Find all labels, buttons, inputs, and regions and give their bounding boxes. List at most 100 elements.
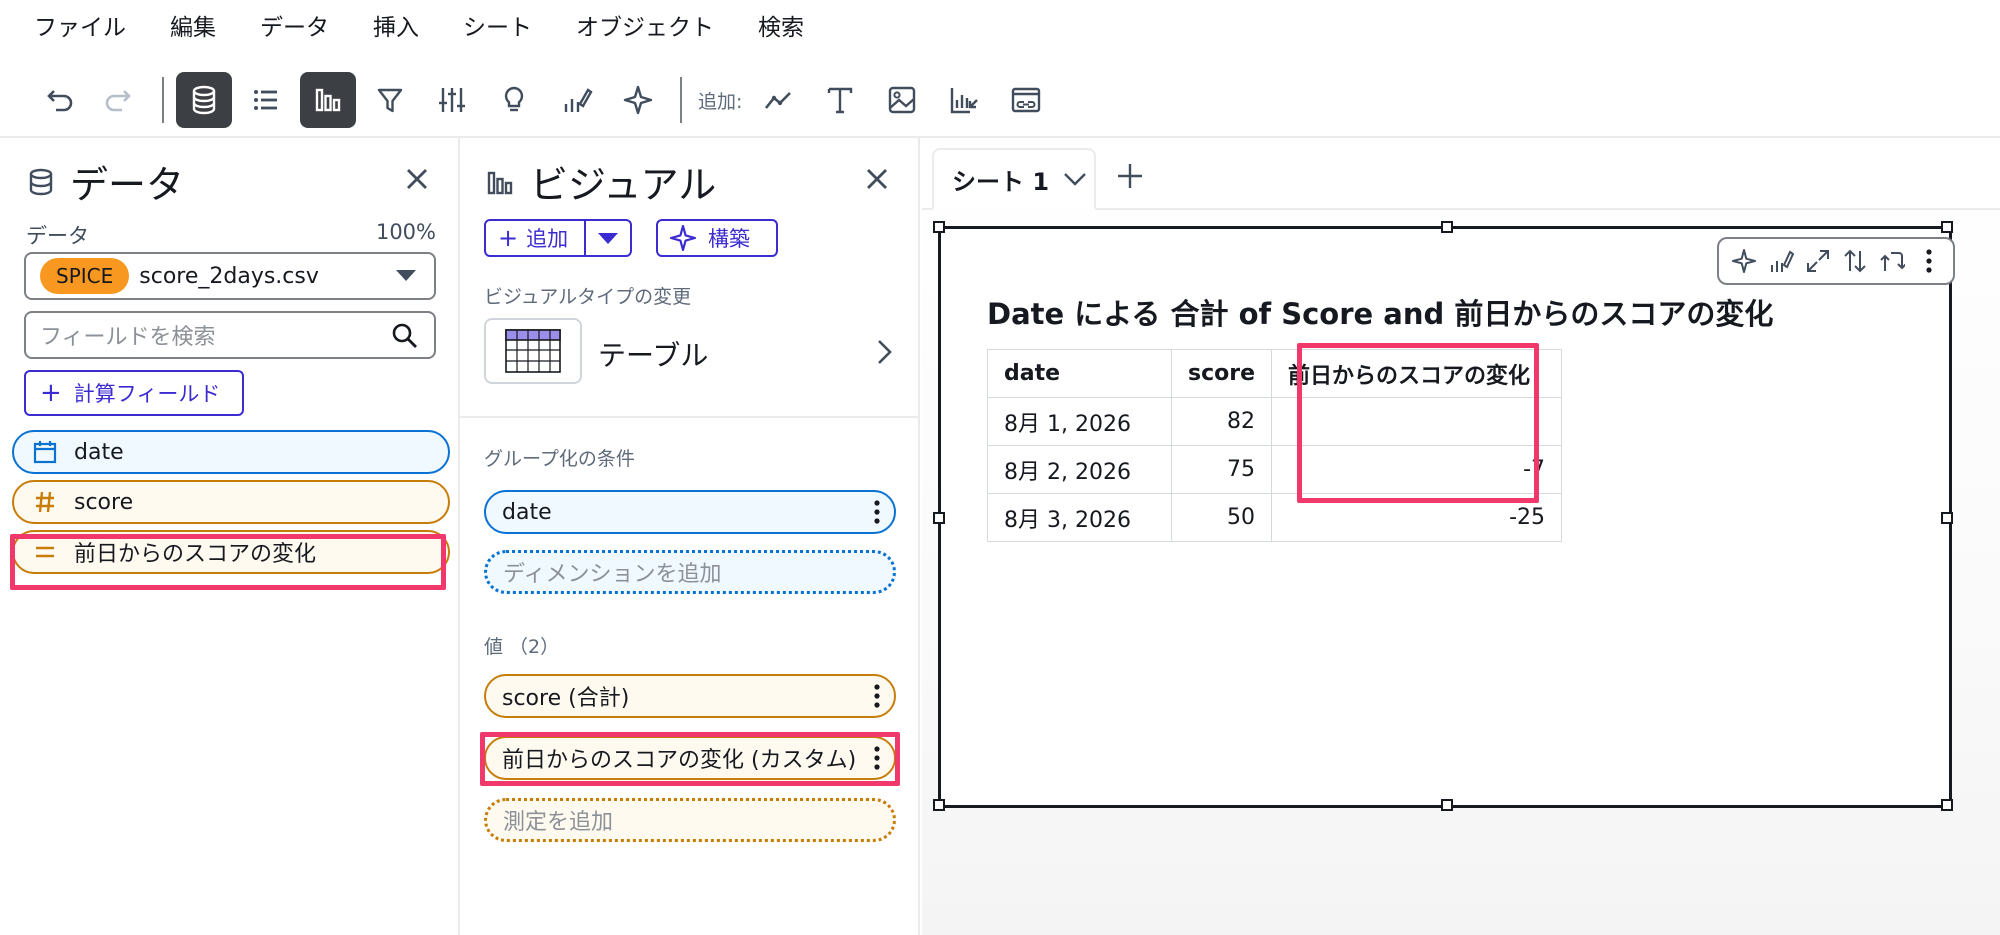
highlight-box (480, 732, 900, 786)
value-field-score-sum[interactable]: score (合計) (484, 674, 896, 718)
resize-handle[interactable] (1941, 799, 1953, 811)
data-panel-button[interactable] (176, 72, 232, 128)
resize-handle[interactable] (1941, 221, 1953, 233)
field-search-input[interactable]: フィールドを検索 (24, 311, 436, 359)
resize-handle[interactable] (933, 512, 945, 524)
hash-icon (32, 489, 58, 515)
drill-icon[interactable] (1876, 245, 1908, 277)
resize-handle[interactable] (933, 221, 945, 233)
menu-search[interactable]: 検索 (758, 8, 804, 42)
close-icon[interactable] (400, 162, 434, 196)
table-cell[interactable]: 75 (1170, 445, 1273, 494)
field-item-date[interactable]: date (12, 430, 450, 474)
table-cell[interactable]: 8月 3, 2026 (987, 493, 1172, 542)
add-measure-dropzone[interactable]: 測定を追加 (484, 798, 896, 842)
embed-link-icon (1012, 87, 1041, 113)
tab-sheet-1[interactable]: シート 1 (932, 148, 1096, 210)
resize-handle[interactable] (933, 799, 945, 811)
filter-button[interactable] (362, 72, 418, 128)
menu-file[interactable]: ファイル (34, 8, 126, 42)
add-visual-button[interactable] (750, 72, 806, 128)
dataset-select[interactable]: SPICE score_2days.csv (24, 252, 436, 300)
add-insight-button[interactable] (936, 72, 992, 128)
table-cell[interactable]: 8月 2, 2026 (987, 445, 1172, 494)
kebab-menu-icon[interactable] (1913, 245, 1945, 277)
column-header-date[interactable]: date (987, 349, 1172, 398)
redo-button[interactable] (92, 72, 148, 128)
add-text-button[interactable] (812, 72, 868, 128)
add-sheet-icon[interactable] (1110, 156, 1150, 196)
insights-button[interactable] (486, 72, 542, 128)
dataset-label-row: データ 100% (26, 220, 436, 250)
add-dropdown-button[interactable] (586, 232, 630, 244)
ai-sparkle-button[interactable] (610, 72, 666, 128)
group-by-field-date[interactable]: date (484, 490, 896, 534)
dataset-percent: 100% (375, 220, 436, 244)
format-visual-button[interactable] (548, 72, 604, 128)
chevron-right-icon[interactable] (870, 336, 898, 368)
column-header-score[interactable]: score (1170, 349, 1273, 398)
visual-panel-button[interactable] (300, 72, 356, 128)
sparkle-icon (669, 224, 697, 252)
resize-handle[interactable] (1441, 799, 1453, 811)
bar-chart-icon (315, 88, 341, 112)
sheet-tab-bar: シート 1 (922, 138, 2000, 210)
add-button-group: + 追加 (484, 219, 632, 257)
table-cell[interactable]: 82 (1170, 397, 1273, 446)
sort-icon[interactable] (1839, 245, 1871, 277)
build-button[interactable]: 構築 (656, 219, 778, 257)
table-cell[interactable]: 8月 1, 2026 (987, 397, 1172, 446)
dataset-name: score_2days.csv (139, 263, 319, 289)
list-panel-button[interactable] (238, 72, 294, 128)
resize-handle[interactable] (1441, 221, 1453, 233)
toolbar-separator (162, 77, 164, 123)
data-panel-header: データ (26, 154, 184, 209)
kebab-menu-icon[interactable] (860, 495, 894, 529)
add-dimension-label: ディメンションを追加 (503, 562, 722, 587)
image-icon (889, 86, 916, 114)
table-visual[interactable]: Date による 合計 of Score and 前日からのスコアの変化 dat… (933, 221, 1955, 811)
visual-type-name: テーブル (598, 339, 709, 372)
menu-edit[interactable]: 編集 (170, 8, 216, 42)
visual-panel: ビジュアル + 追加 構築 ビジュアルタイプの変更 テーブル グループ化の条件 … (460, 138, 920, 935)
sparkle-icon (623, 85, 653, 115)
menu-insert[interactable]: 挿入 (373, 8, 419, 42)
resize-handle[interactable] (1941, 512, 1953, 524)
menu-bar: ファイル 編集 データ 挿入 シート オブジェクト 検索 (0, 0, 2000, 50)
add-embed-button[interactable] (998, 72, 1054, 128)
menu-data[interactable]: データ (260, 8, 329, 42)
visual-title: Date による 合計 of Score and 前日からのスコアの変化 (987, 297, 1774, 331)
format-visual-icon[interactable] (1765, 245, 1797, 277)
visual-menu-toolbar (1717, 237, 1955, 285)
highlight-box (10, 534, 446, 590)
add-measure-label: 測定を追加 (503, 810, 614, 835)
add-dimension-dropzone[interactable]: ディメンションを追加 (484, 550, 896, 594)
field-item-score[interactable]: score (12, 480, 450, 524)
menu-sheet[interactable]: シート (463, 8, 532, 42)
sheet-canvas: シート 1 Date による 合計 of Score and 前日からのスコアの… (922, 138, 2000, 935)
data-panel: データ データ 100% SPICE score_2days.csv フィールド… (0, 138, 460, 935)
add-calculated-field-button[interactable]: + 計算フィールド (24, 370, 244, 416)
highlight-box (1297, 343, 1539, 503)
visual-type-selector[interactable] (484, 318, 582, 384)
values-label: 値 （2） (484, 636, 560, 658)
add-image-button[interactable] (874, 72, 930, 128)
close-icon[interactable] (860, 162, 894, 196)
chevron-down-icon[interactable] (1061, 165, 1089, 193)
expand-icon[interactable] (1802, 245, 1834, 277)
plus-icon: + (498, 224, 519, 252)
toolbar: 追加: (0, 68, 2000, 132)
undo-icon (47, 90, 73, 112)
visual-panel-header: ビジュアル (486, 154, 716, 209)
text-icon (828, 87, 853, 114)
field-name: date (74, 439, 124, 465)
kebab-menu-icon[interactable] (860, 679, 894, 713)
table-cell[interactable]: 50 (1170, 493, 1273, 542)
undo-button[interactable] (30, 72, 86, 128)
change-visual-type-label: ビジュアルタイプの変更 (484, 286, 692, 308)
controls-button[interactable] (424, 72, 480, 128)
line-chart-icon (765, 92, 792, 109)
add-button[interactable]: + 追加 (486, 221, 586, 255)
sparkle-icon[interactable] (1728, 245, 1760, 277)
menu-object[interactable]: オブジェクト (576, 8, 714, 42)
